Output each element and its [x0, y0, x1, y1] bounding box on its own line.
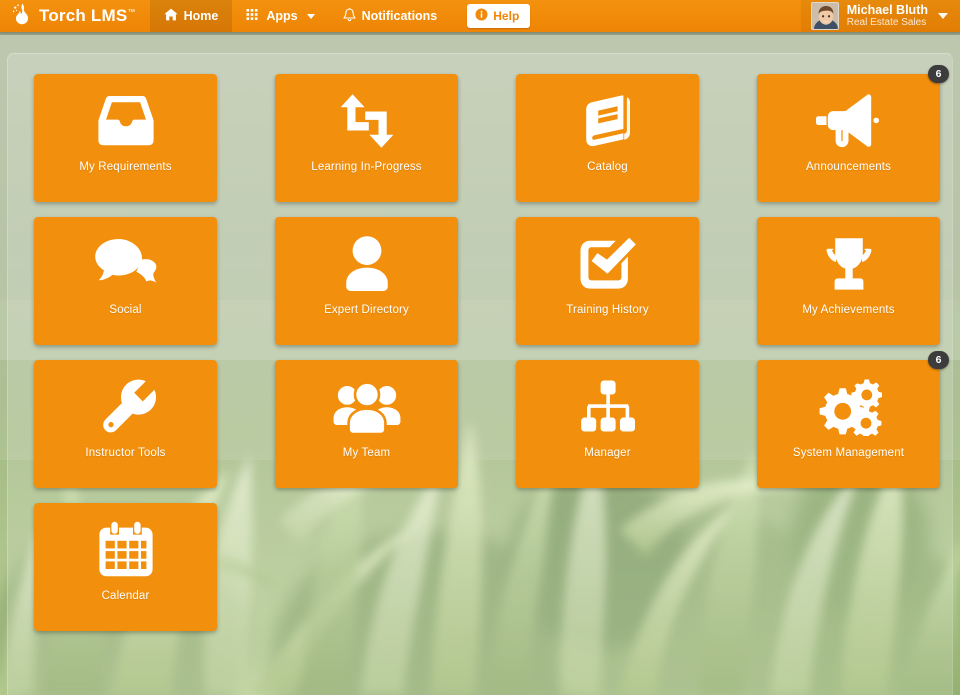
help-button-label: Help — [493, 9, 520, 23]
user-role: Real Estate Sales — [846, 17, 927, 29]
tile-badge: 6 — [928, 351, 949, 369]
brand-logo[interactable]: Torch LMS™ — [0, 0, 150, 32]
nav-item-home[interactable]: Home — [149, 0, 233, 32]
bell-icon — [342, 7, 356, 25]
tile-grid: My Requirements Learning In-Progress Catal… — [34, 65, 949, 631]
brand-name: Torch LMS™ — [39, 6, 136, 25]
person-icon — [275, 217, 458, 305]
book-icon — [516, 74, 699, 162]
tile-catalog[interactable]: Catalog — [516, 74, 699, 202]
content-panel: My Requirements Learning In-Progress Catal… — [7, 53, 953, 695]
tile-calendar[interactable]: Calendar — [34, 503, 217, 631]
tile-label: My Requirements — [79, 160, 172, 173]
tile-label: My Achievements — [802, 303, 895, 316]
tile-label: Social — [109, 303, 142, 316]
chevron-down-icon — [306, 13, 315, 19]
calendar-icon — [34, 503, 217, 591]
tile-instructor-tools[interactable]: Instructor Tools — [34, 360, 217, 488]
top-navigation-bar: Torch LMS™ Home Apps Notifications Help … — [0, 0, 960, 35]
tile-expert-directory[interactable]: Expert Directory — [275, 217, 458, 345]
avatar — [810, 2, 839, 30]
home-icon — [163, 8, 178, 24]
tile-my-requirements[interactable]: My Requirements — [34, 74, 217, 202]
tile-system-management[interactable]: 6 System Management — [757, 351, 949, 488]
nav-item-notifications[interactable]: Notifications — [329, 0, 452, 32]
tile-social[interactable]: Social — [34, 217, 217, 345]
tile-label: Calendar — [101, 589, 150, 602]
people-group-icon — [275, 360, 458, 448]
user-info: Michael Bluth Real Estate Sales — [847, 3, 928, 29]
megaphone-icon — [757, 74, 940, 162]
inbox-tray-icon — [34, 74, 217, 162]
info-icon — [475, 8, 488, 24]
tile-badge: 6 — [928, 65, 949, 83]
gears-icon — [757, 360, 940, 448]
wrench-icon — [34, 360, 217, 448]
checkbox-check-icon — [516, 217, 699, 305]
tile-label: My Team — [342, 446, 391, 459]
tile-label: Learning In-Progress — [311, 160, 422, 173]
help-button[interactable]: Help — [467, 4, 531, 28]
repeat-arrows-icon — [275, 74, 458, 162]
org-chart-icon — [516, 360, 699, 448]
tile-my-achievements[interactable]: My Achievements — [757, 217, 940, 345]
tile-learning-in-progress[interactable]: Learning In-Progress — [275, 74, 458, 202]
nav-item-notifications-label: Notifications — [361, 9, 438, 23]
torch-flame-icon — [12, 3, 32, 30]
nav-item-apps-label: Apps — [266, 9, 298, 23]
user-name: Michael Bluth — [846, 3, 928, 18]
tile-training-history[interactable]: Training History — [516, 217, 699, 345]
trophy-icon — [757, 217, 940, 305]
grid-apps-icon — [246, 8, 260, 24]
tile-label: Manager — [584, 446, 631, 459]
tile-label: Instructor Tools — [85, 446, 166, 459]
tile-label: Training History — [566, 303, 649, 316]
nav-item-apps[interactable]: Apps — [232, 0, 328, 32]
tile-announcements[interactable]: 6 Announcements — [757, 65, 949, 202]
tile-my-team[interactable]: My Team — [275, 360, 458, 488]
nav-item-home-label: Home — [183, 9, 219, 23]
tile-label: Catalog — [587, 160, 628, 173]
speech-bubbles-icon — [34, 217, 217, 305]
tile-label: Expert Directory — [324, 303, 409, 316]
tile-label: System Management — [792, 446, 905, 459]
tile-manager[interactable]: Manager — [516, 360, 699, 488]
chevron-down-icon — [938, 13, 948, 19]
tile-label: Announcements — [805, 160, 892, 173]
user-menu[interactable]: Michael Bluth Real Estate Sales — [800, 0, 960, 32]
